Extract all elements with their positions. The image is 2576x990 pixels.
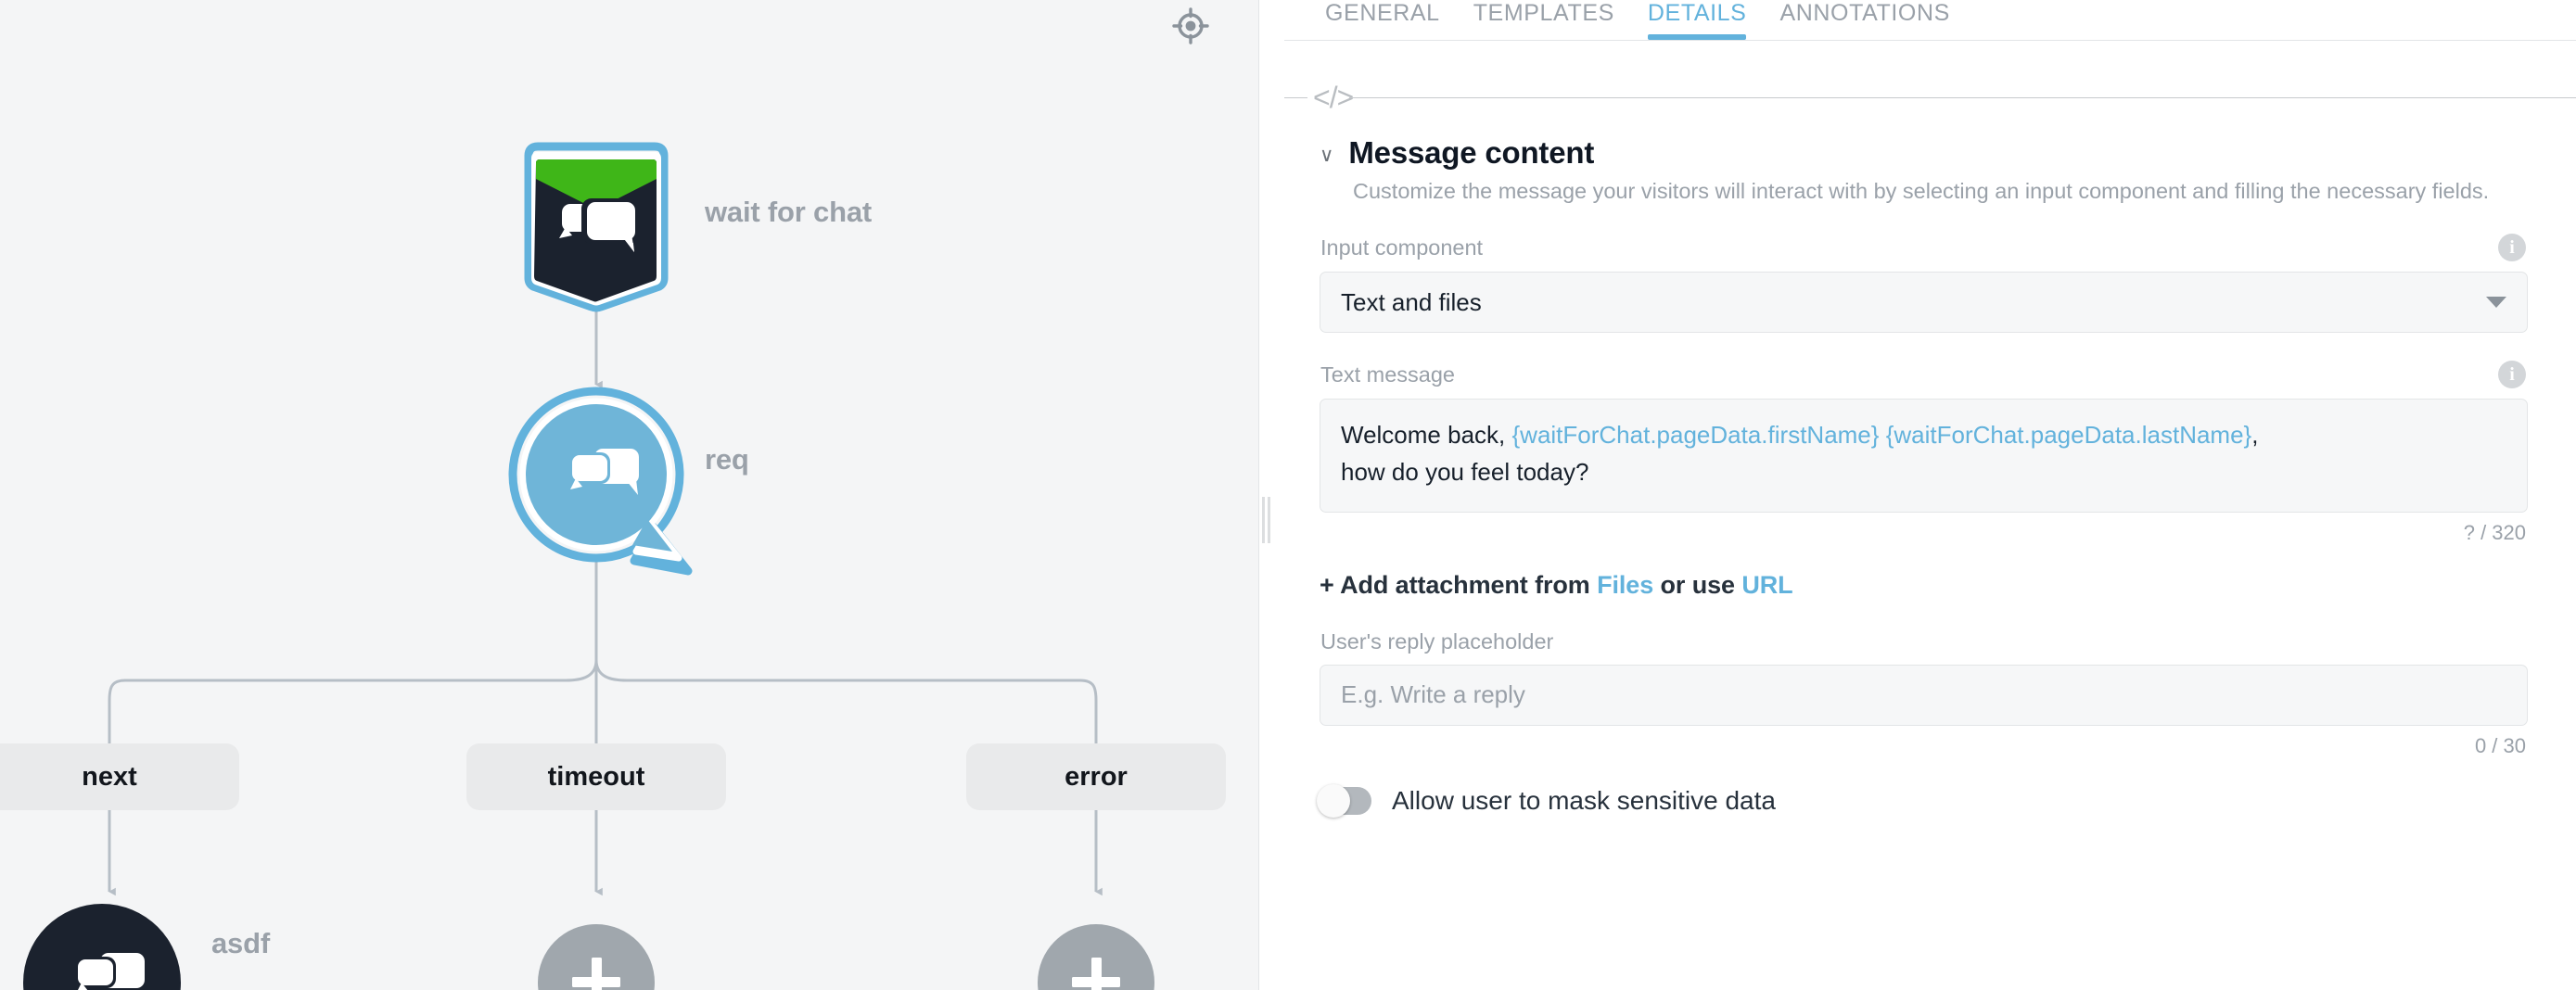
branch-pill-next[interactable]: next [0, 743, 239, 810]
attachment-prefix[interactable]: + Add attachment from [1320, 571, 1597, 599]
text-message-variable-firstname: {waitForChat.pageData.firstName} [1511, 421, 1880, 450]
node-label-req: req [705, 443, 749, 476]
tab-general[interactable]: GENERAL [1308, 0, 1457, 35]
branch-pill-next-label: next [82, 761, 137, 792]
tab-bar-rule [1284, 40, 2576, 41]
reply-placeholder-label-row: User's reply placeholder [1320, 629, 2528, 654]
drag-handle-icon[interactable] [1261, 497, 1271, 543]
mask-sensitive-data-label: Allow user to mask sensitive data [1392, 785, 1776, 815]
reply-placeholder-label: User's reply placeholder [1320, 628, 1554, 654]
chevron-down-icon[interactable]: ∨ [1320, 146, 1333, 165]
tab-general-label: GENERAL [1325, 0, 1440, 26]
node-label-asdf: asdf [211, 927, 270, 959]
field-text-message: Text message i Welcome back, {waitForCha… [1320, 361, 2528, 545]
recenter-view-button[interactable] [1170, 6, 1211, 46]
info-icon[interactable]: i [2498, 234, 2526, 262]
tab-details[interactable]: DETAILS [1631, 0, 1764, 40]
edge-branch-next [108, 659, 598, 743]
details-body: ∨ Message content Customize the message … [1271, 111, 2576, 818]
app-root: wait for chat req asdf next timeout erro… [0, 0, 2576, 990]
input-component-label: Input component [1320, 235, 1484, 260]
info-icon[interactable]: i [2498, 361, 2526, 389]
branch-pill-timeout-label: timeout [547, 761, 645, 792]
branch-pill-error-label: error [1065, 761, 1128, 792]
tab-templates[interactable]: TEMPLATES [1457, 0, 1631, 35]
node-label-wait-for-chat: wait for chat [705, 196, 872, 228]
input-component-label-row: Input component i [1320, 234, 2528, 262]
divider-rule-right [1349, 97, 2576, 98]
tab-bar: GENERAL TEMPLATES DETAILS ANNOTATIONS [1271, 0, 2576, 40]
mask-sensitive-data-row: Allow user to mask sensitive data [1317, 783, 2528, 818]
section-description: Customize the message your visitors will… [1353, 179, 2490, 203]
chat-bubbles-icon [75, 953, 145, 990]
panel-splitter[interactable] [1258, 0, 1271, 990]
code-section-divider: </> [1271, 81, 2576, 114]
branch-pill-error[interactable]: error [966, 743, 1226, 810]
edge-branch-error [594, 659, 1098, 743]
tab-annotations[interactable]: ANNOTATIONS [1763, 0, 1966, 35]
text-message-counter: ? / 320 [2463, 520, 2526, 544]
add-node-error[interactable] [1038, 924, 1154, 990]
divider-rule-left [1284, 97, 1307, 98]
add-attachment-row: + Add attachment from Files or use URL [1320, 571, 2528, 600]
attachment-middle: or use [1653, 570, 1742, 599]
section-title: Message content [1348, 135, 1595, 170]
input-component-value: Text and files [1341, 287, 1482, 316]
reply-placeholder-input[interactable]: E.g. Write a reply [1320, 664, 2528, 726]
reply-placeholder-text: E.g. Write a reply [1341, 680, 1525, 709]
code-icon: </> [1313, 81, 1354, 114]
flow-canvas[interactable]: wait for chat req asdf next timeout erro… [0, 0, 1258, 990]
tab-templates-label: TEMPLATES [1473, 0, 1614, 26]
field-input-component: Input component i Text and files [1320, 234, 2528, 334]
details-panel: GENERAL TEMPLATES DETAILS ANNOTATIONS </… [1271, 0, 2576, 990]
text-message-space [1879, 421, 1885, 449]
text-message-label-row: Text message i [1320, 361, 2528, 389]
flow-graph [23, 142, 1154, 990]
tab-details-label: DETAILS [1647, 0, 1747, 26]
text-message-prefix: Welcome back, [1341, 421, 1512, 450]
input-component-select[interactable]: Text and files [1320, 272, 2528, 334]
message-content-section-header[interactable]: ∨ Message content [1320, 135, 2528, 171]
field-reply-placeholder: User's reply placeholder E.g. Write a re… [1320, 629, 2528, 758]
tab-annotations-label: ANNOTATIONS [1779, 0, 1950, 26]
node-wait-for-chat[interactable] [524, 142, 669, 312]
text-message-line2: how do you feel today? [1341, 458, 1589, 487]
text-message-variable-lastname: {waitForChat.pageData.lastName} [1885, 421, 2252, 450]
branch-pill-timeout[interactable]: timeout [466, 743, 726, 810]
chevron-down-icon [2486, 297, 2506, 309]
add-node-timeout[interactable] [538, 924, 655, 990]
node-asdf[interactable] [23, 904, 181, 990]
node-req[interactable] [508, 387, 693, 576]
attachment-files-link[interactable]: Files [1597, 571, 1653, 599]
text-message-suffix: , [2251, 421, 2259, 450]
attachment-url-link[interactable]: URL [1741, 571, 1792, 599]
text-message-textarea[interactable]: Welcome back, {waitForChat.pageData.firs… [1320, 399, 2528, 513]
toggle-knob [1317, 783, 1350, 818]
text-message-label: Text message [1320, 362, 1455, 387]
crosshair-target-icon [1172, 7, 1209, 44]
reply-placeholder-counter: 0 / 30 [2474, 733, 2526, 757]
mask-sensitive-data-toggle[interactable] [1317, 783, 1371, 818]
